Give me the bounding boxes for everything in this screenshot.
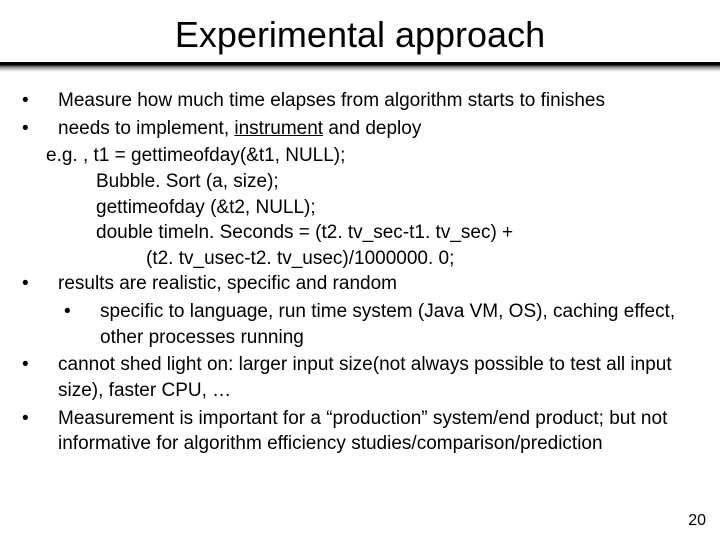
- bullet-marker: •: [16, 406, 58, 457]
- bullet-item: • needs to implement, instrument and dep…: [16, 116, 704, 142]
- slide-body: • Measure how much time elapses from alg…: [0, 88, 720, 457]
- page-number: 20: [688, 512, 706, 530]
- bullet-marker: •: [16, 352, 58, 403]
- bullet-item: • Measure how much time elapses from alg…: [16, 88, 704, 114]
- bullet-marker: •: [16, 271, 58, 297]
- bullet-marker: •: [58, 299, 100, 350]
- code-line: gettimeofday (&t2, NULL);: [16, 195, 704, 221]
- bullet-text: specific to language, run time system (J…: [100, 299, 704, 350]
- bullet-text: Measurement is important for a “producti…: [58, 406, 704, 457]
- bullet-text: cannot shed light on: larger input size(…: [58, 352, 704, 403]
- code-line: (t2. tv_usec-t2. tv_usec)/1000000. 0;: [16, 246, 704, 272]
- nested-bullet-item: • specific to language, run time system …: [16, 299, 704, 350]
- code-line: Bubble. Sort (a, size);: [16, 169, 704, 195]
- underlined-word: instrument: [234, 118, 323, 139]
- bullet-item: • cannot shed light on: larger input siz…: [16, 352, 704, 403]
- bullet-text: Measure how much time elapses from algor…: [58, 88, 704, 114]
- bullet-text: needs to implement, instrument and deplo…: [58, 116, 704, 142]
- bullet-marker: •: [16, 116, 58, 142]
- bullet-text: results are realistic, specific and rand…: [58, 271, 704, 297]
- title-divider: [0, 62, 720, 72]
- example-line: e.g. , t1 = gettimeofday(&t1, NULL);: [16, 143, 704, 169]
- bullet-marker: •: [16, 88, 58, 114]
- bullet-item: • Measurement is important for a “produc…: [16, 406, 704, 457]
- slide-title: Experimental approach: [0, 0, 720, 62]
- bullet-item: • results are realistic, specific and ra…: [16, 271, 704, 297]
- code-line: double timeln. Seconds = (t2. tv_sec-t1.…: [16, 220, 704, 246]
